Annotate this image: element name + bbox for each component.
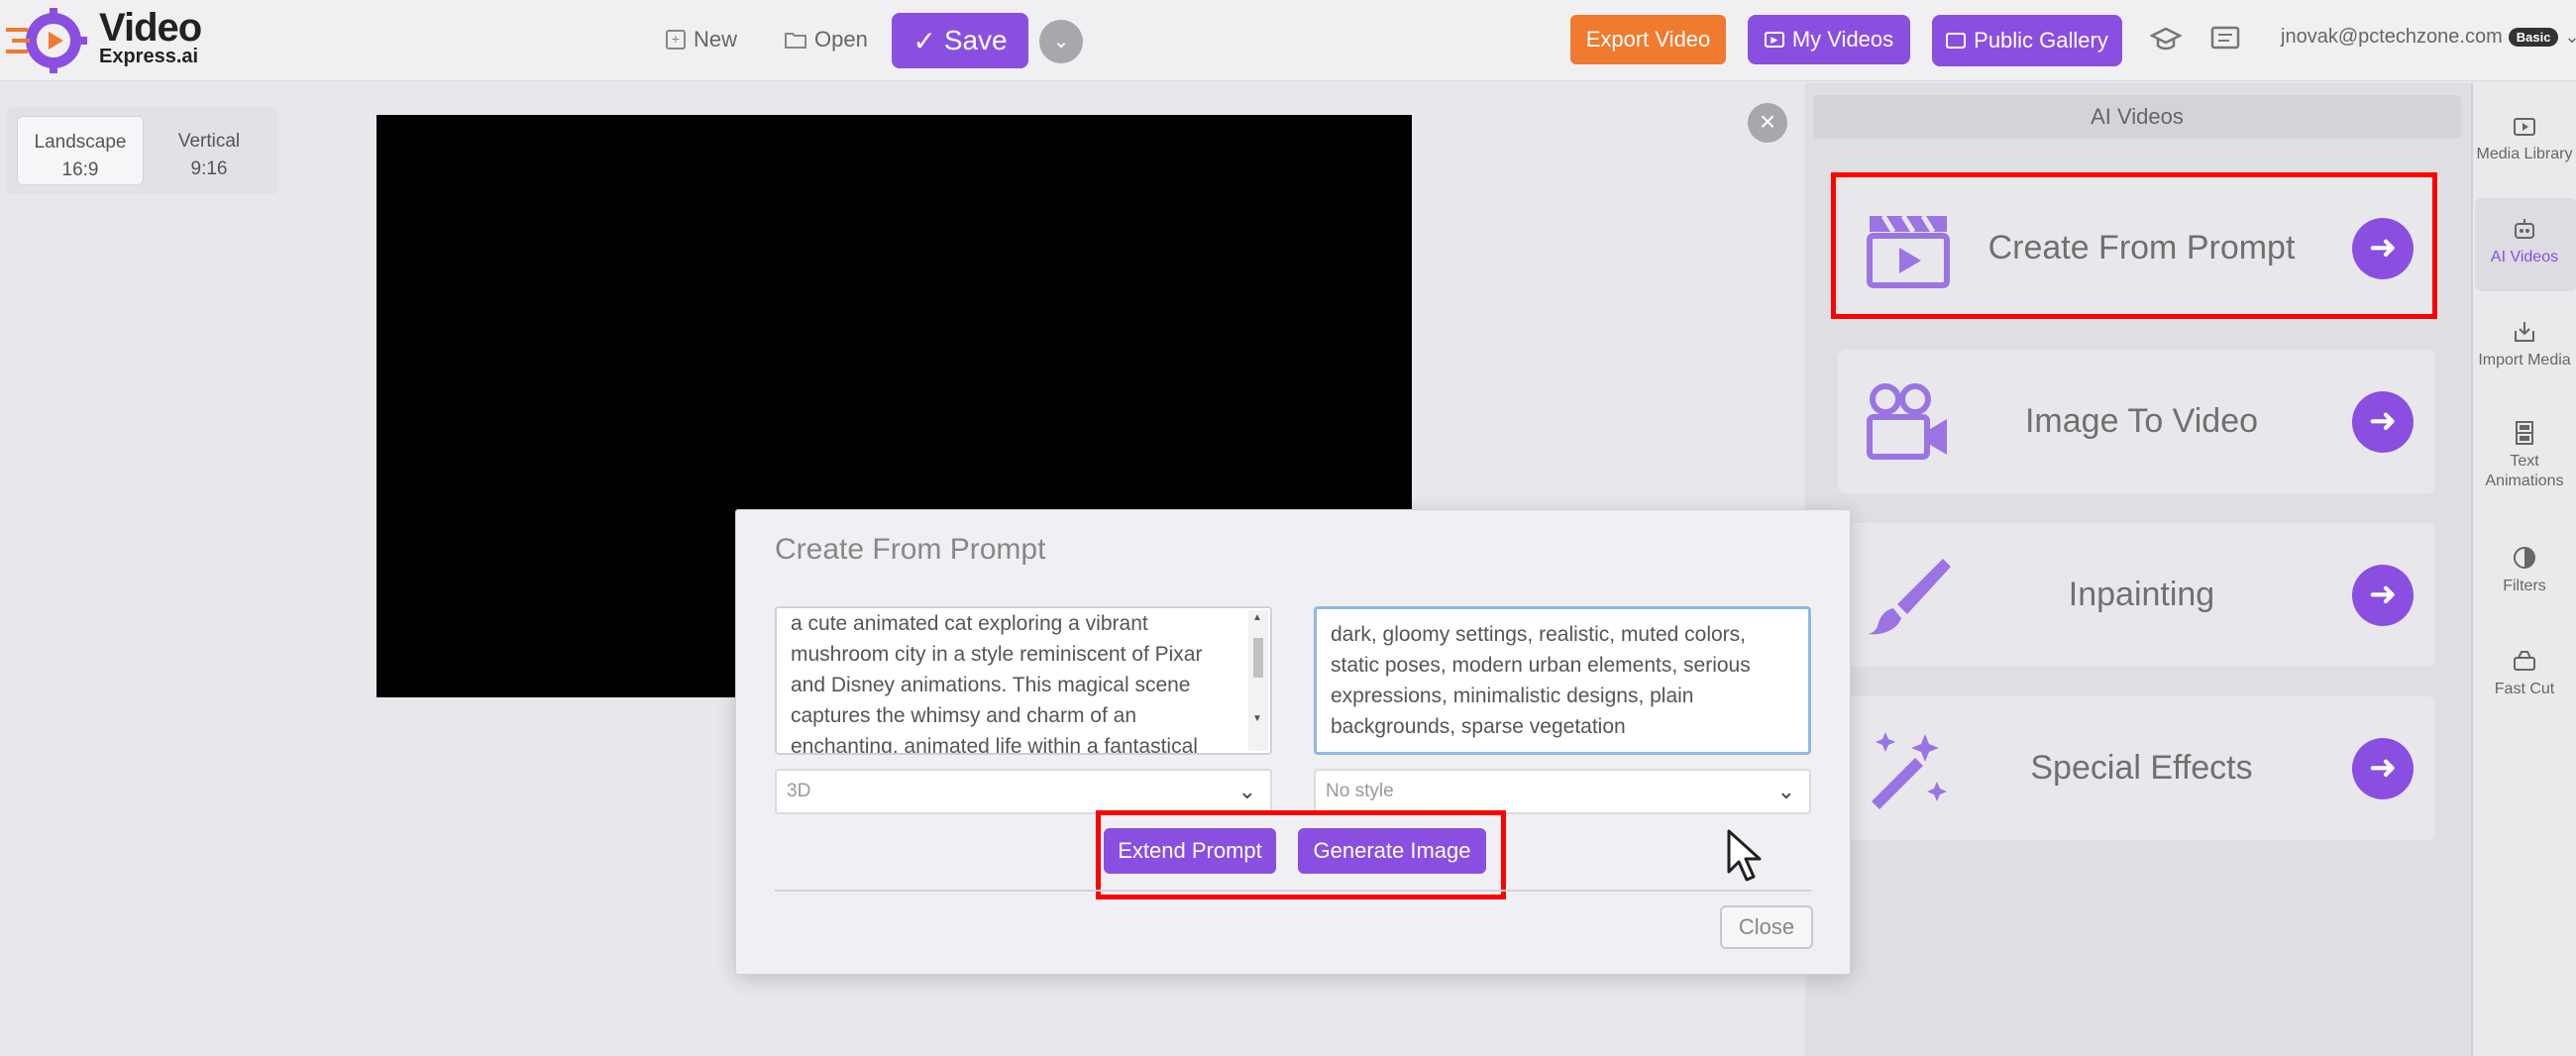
- vertical-ratio: 9:16: [146, 156, 272, 183]
- graduation-cap-icon[interactable]: [2150, 24, 2182, 55]
- chevron-down-icon: ⌄: [1238, 771, 1256, 812]
- plan-badge: Basic: [2509, 28, 2559, 47]
- arrow-right-icon[interactable]: ➜: [2352, 565, 2414, 626]
- export-video-button[interactable]: Export Video: [1570, 15, 1726, 64]
- prompt-line: a cute animated cat exploring a vibrant: [791, 608, 1256, 639]
- robot-icon: [2512, 216, 2537, 242]
- sidebar-item-import-media[interactable]: Import Media: [2473, 319, 2576, 370]
- prompt-line: enchanting, animated life within a fanta…: [791, 731, 1256, 755]
- landscape-ratio: 16:9: [18, 157, 143, 184]
- video-camera-icon: [1864, 379, 1953, 464]
- my-videos-button[interactable]: ▶ My Videos: [1748, 15, 1910, 64]
- export-video-label: Export Video: [1586, 27, 1711, 53]
- film-icon: [2512, 420, 2537, 446]
- folder-icon: [785, 30, 806, 50]
- top-bar: [0, 0, 2576, 81]
- logo-wordmark: Video: [99, 6, 201, 51]
- sidebar-label: Text Animations: [2480, 452, 2569, 491]
- textarea-scrollbar[interactable]: ▲ ▼: [1248, 610, 1268, 751]
- landscape-label: Landscape: [18, 129, 143, 157]
- panel-title: AI Videos: [1813, 95, 2461, 139]
- chevron-down-icon: ⌄: [2564, 27, 2576, 48]
- public-gallery-label: Public Gallery: [1974, 28, 2108, 53]
- arrow-right-icon[interactable]: ➜: [2352, 391, 2414, 453]
- mouse-cursor-icon: [1726, 828, 1766, 884]
- sidebar-label: Media Library: [2477, 146, 2573, 162]
- checkmark-icon: ✓: [912, 25, 935, 57]
- gallery-icon: [1946, 33, 1966, 49]
- negative-prompt-line: static poses, modern urban elements, ser…: [1331, 650, 1794, 681]
- chevron-down-icon: ⌄: [1053, 31, 1070, 53]
- save-options-dropdown[interactable]: ⌄: [1039, 20, 1083, 63]
- sidebar-item-ai-videos[interactable]: AI Videos: [2473, 216, 2576, 267]
- magic-wand-icon: [1864, 726, 1953, 810]
- dialog-title: Create From Prompt: [775, 533, 1045, 567]
- style-select-2[interactable]: No style ⌄: [1314, 769, 1811, 814]
- public-gallery-button[interactable]: Public Gallery: [1932, 15, 2122, 66]
- landscape-option[interactable]: Landscape 16:9: [17, 116, 144, 185]
- style-select[interactable]: 3D ⌄: [775, 769, 1272, 814]
- close-icon[interactable]: ×: [1748, 103, 1787, 143]
- sidebar-item-filters[interactable]: Filters: [2473, 545, 2576, 596]
- scroll-down-icon[interactable]: ▼: [1252, 713, 1262, 724]
- negative-prompt-line: dark, gloomy settings, realistic, muted …: [1331, 619, 1794, 650]
- negative-prompt-textarea[interactable]: dark, gloomy settings, realistic, muted …: [1314, 606, 1811, 755]
- message-icon[interactable]: [2209, 24, 2241, 55]
- prompt-line: captures the whimsy and charm of an: [791, 700, 1256, 731]
- vertical-label: Vertical: [146, 128, 272, 156]
- sidebar-label: Filters: [2503, 578, 2546, 594]
- open-label: Open: [814, 27, 868, 53]
- scrollbar-thumb[interactable]: [1253, 638, 1263, 678]
- card-label: Special Effects: [1967, 696, 2316, 840]
- import-icon: [2512, 319, 2537, 345]
- user-email: jnovak@pctechzone.com: [2281, 26, 2503, 49]
- prompt-line: mushroom city in a style reminiscent of …: [791, 639, 1256, 670]
- sidebar-item-media-library[interactable]: Media Library: [2473, 113, 2576, 164]
- arrow-right-icon[interactable]: ➜: [2352, 738, 2414, 799]
- save-button[interactable]: ✓ Save: [892, 13, 1028, 68]
- sidebar-item-fast-cut[interactable]: Fast Cut: [2473, 648, 2576, 699]
- new-button[interactable]: + New: [666, 27, 737, 53]
- plus-icon: +: [666, 30, 686, 50]
- highlight-box: [1831, 172, 2437, 319]
- user-menu[interactable]: jnovak@pctechzone.com Basic ⌄: [2281, 26, 2576, 49]
- card-label: Inpainting: [1967, 523, 2316, 667]
- half-circle-icon: [2512, 545, 2537, 571]
- image-to-video-card[interactable]: Image To Video ➜: [1838, 350, 2435, 493]
- play-box-icon: ▶: [1765, 32, 1784, 48]
- sidebar-label: Fast Cut: [2495, 681, 2554, 697]
- highlight-box: [1096, 810, 1506, 899]
- card-label: Image To Video: [1967, 350, 2316, 493]
- style-select-2-value: No style: [1326, 781, 1394, 801]
- chevron-down-icon: ⌄: [1777, 771, 1795, 812]
- scroll-up-icon[interactable]: ▲: [1252, 612, 1262, 623]
- style-select-value: 3D: [787, 781, 810, 801]
- fast-cut-icon: [2512, 648, 2537, 674]
- media-library-icon: [2512, 113, 2537, 139]
- prompt-textarea[interactable]: a cute animated cat exploring a vibrant …: [775, 606, 1272, 755]
- logo-gear-icon: [4, 6, 89, 75]
- special-effects-card[interactable]: Special Effects ➜: [1838, 696, 2435, 840]
- close-button[interactable]: Close: [1720, 905, 1813, 949]
- open-button[interactable]: Open: [785, 27, 868, 53]
- dialog-divider: [775, 890, 1811, 892]
- vertical-option[interactable]: Vertical 9:16: [146, 116, 272, 185]
- prompt-line: and Disney animations. This magical scen…: [791, 670, 1256, 700]
- brush-icon: [1864, 553, 1953, 637]
- new-label: New: [694, 27, 737, 53]
- sidebar-label: Import Media: [2478, 352, 2570, 369]
- negative-prompt-line: backgrounds, sparse vegetation: [1331, 711, 1794, 742]
- my-videos-label: My Videos: [1792, 27, 1893, 53]
- save-label: Save: [944, 25, 1008, 56]
- negative-prompt-line: expressions, minimalistic designs, plain: [1331, 681, 1794, 711]
- sidebar-label: AI Videos: [2491, 249, 2558, 265]
- inpainting-card[interactable]: Inpainting ➜: [1838, 523, 2435, 667]
- sidebar-item-text-animations[interactable]: Text Animations: [2473, 420, 2576, 491]
- logo-subtext: Express.ai: [99, 46, 198, 68]
